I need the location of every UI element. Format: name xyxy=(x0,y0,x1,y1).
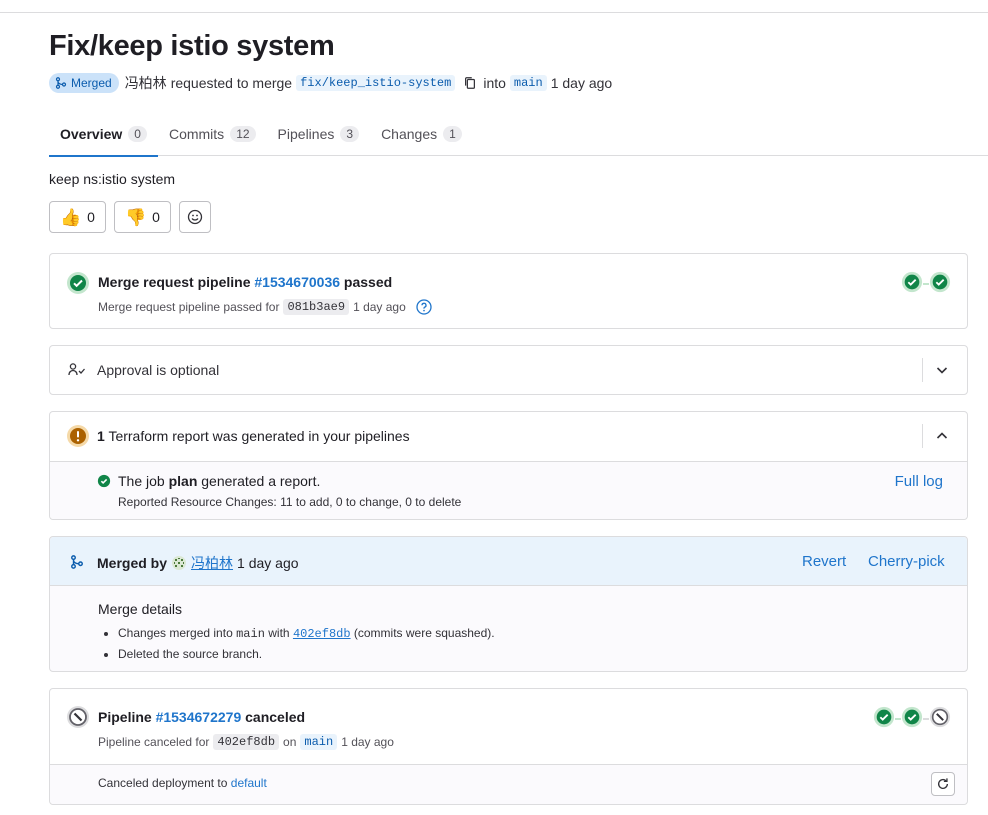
pipeline-subtitle: Merge request pipeline passed for xyxy=(98,300,280,314)
tab-count: 0 xyxy=(128,126,147,142)
mr-meta: Merged 冯柏林 requested to merge fix/keep_i… xyxy=(49,73,612,93)
thumbs-up-button[interactable]: 👍 0 xyxy=(49,201,106,233)
thumbs-down-button[interactable]: 👎 0 xyxy=(113,201,171,233)
pipeline-subtitle: Pipeline canceled for xyxy=(98,735,210,749)
author-name[interactable]: 冯柏林 xyxy=(125,73,167,93)
post-merge-pipeline-widget: Pipeline #1534672279 canceled Pipeline c… xyxy=(49,688,968,805)
stage-success-icon[interactable] xyxy=(901,271,923,296)
job-prefix: The job xyxy=(118,473,165,489)
divider xyxy=(922,358,923,382)
approval-widget: Approval is optional xyxy=(49,345,968,395)
merged-by-user[interactable]: 冯柏林 xyxy=(191,553,233,573)
tab-changes[interactable]: Changes 1 xyxy=(370,112,473,156)
thumbs-up-icon: 👍 xyxy=(60,207,82,227)
approval-label: Approval is optional xyxy=(97,362,220,378)
job-success-icon xyxy=(97,474,111,491)
pipeline-status: canceled xyxy=(245,709,306,725)
avatar[interactable] xyxy=(171,555,187,571)
merge-icon xyxy=(70,554,84,573)
reactions-bar: 👍 0 👎 0 xyxy=(49,201,211,233)
resource-changes: Reported Resource Changes: 11 to add, 0 … xyxy=(118,495,462,509)
mr-time: 1 day ago xyxy=(550,75,613,91)
pipeline-time: 1 day ago xyxy=(341,735,394,749)
target-branch[interactable]: main xyxy=(509,75,547,91)
commit-sha[interactable]: 081b3ae9 xyxy=(283,299,350,315)
tab-count: 12 xyxy=(230,126,256,142)
into-text: into xyxy=(483,75,506,91)
list-item: Deleted the source branch. xyxy=(118,644,495,664)
redeploy-button[interactable] xyxy=(931,772,955,796)
merge-icon xyxy=(55,77,67,89)
help-icon[interactable] xyxy=(416,299,432,315)
pipeline-title: Merge request pipeline xyxy=(98,274,251,290)
mr-description: keep ns:istio system xyxy=(49,171,176,187)
tab-pipelines[interactable]: Pipelines 3 xyxy=(267,112,371,156)
revert-button[interactable]: Revert xyxy=(802,553,846,570)
stage-success-icon[interactable] xyxy=(901,706,923,731)
cherry-pick-button[interactable]: Cherry-pick xyxy=(868,553,945,570)
job-name: plan xyxy=(168,473,198,489)
merged-time: 1 day ago xyxy=(237,555,299,571)
merged-by-label: Merged by xyxy=(97,555,168,571)
approval-icon xyxy=(68,362,86,381)
merge-commit-link[interactable]: 402ef8db xyxy=(293,627,351,641)
chevron-down-icon[interactable] xyxy=(934,362,950,381)
job-suffix: generated a report. xyxy=(201,473,321,489)
warning-status-icon xyxy=(66,424,90,451)
list-item: Changes merged into main with 402ef8db (… xyxy=(118,623,495,644)
retry-icon xyxy=(937,778,949,789)
divider xyxy=(922,424,923,448)
pipeline-title: Pipeline xyxy=(98,709,152,725)
canceled-status-icon[interactable] xyxy=(66,705,90,732)
tab-count: 1 xyxy=(443,126,462,142)
top-divider xyxy=(0,12,988,13)
stage-success-icon[interactable] xyxy=(929,271,951,296)
stage-success-icon[interactable] xyxy=(873,706,895,731)
deployment-text: Canceled deployment to xyxy=(98,776,228,790)
merge-details-title: Merge details xyxy=(98,601,183,617)
mr-tabs: Overview 0 Commits 12 Pipelines 3 Changes 1 xyxy=(49,112,988,157)
thumbs-down-icon: 👎 xyxy=(124,207,147,227)
pipeline-status: passed xyxy=(343,274,393,290)
requested-text: requested to merge xyxy=(170,75,293,91)
full-log-button[interactable]: Full log xyxy=(895,473,943,490)
stage-canceled-icon[interactable] xyxy=(929,706,951,731)
merge-details-list: Changes merged into main with 402ef8db (… xyxy=(118,623,495,664)
chevron-up-icon[interactable] xyxy=(934,428,950,447)
pipeline-time: 1 day ago xyxy=(353,300,406,314)
pipeline-link[interactable]: #1534672279 xyxy=(156,709,242,725)
add-reaction-button[interactable] xyxy=(178,201,211,233)
merged-widget: Merged by 冯柏林 1 day ago Revert Cherry-pi… xyxy=(49,536,968,672)
terraform-body xyxy=(50,462,967,519)
branch-chip[interactable]: main xyxy=(300,734,338,750)
page-title: Fix/keep istio system xyxy=(49,30,335,62)
status-badge: Merged xyxy=(49,73,119,93)
success-status-icon[interactable] xyxy=(66,271,90,298)
environment-link[interactable]: default xyxy=(231,776,267,790)
pipeline-stages xyxy=(873,706,951,731)
merged-branch: main xyxy=(236,627,265,641)
mr-pipeline-widget: Merge request pipeline #1534670036 passe… xyxy=(49,253,968,329)
pipeline-link[interactable]: #1534670036 xyxy=(254,274,340,290)
terraform-title: Terraform report was generated in your p… xyxy=(108,428,410,444)
terraform-widget: 1 Terraform report was generated in your… xyxy=(49,411,968,520)
source-branch[interactable]: fix/keep_istio-system xyxy=(296,75,456,91)
tab-overview[interactable]: Overview 0 xyxy=(49,112,158,157)
on-text: on xyxy=(283,735,297,749)
commit-sha[interactable]: 402ef8db xyxy=(213,734,280,750)
tab-count: 3 xyxy=(340,126,360,142)
smiley-icon xyxy=(187,209,203,225)
tab-commits[interactable]: Commits 12 xyxy=(158,112,267,156)
terraform-count: 1 xyxy=(97,428,105,444)
copy-icon[interactable] xyxy=(463,76,477,90)
pipeline-stages xyxy=(901,271,951,296)
